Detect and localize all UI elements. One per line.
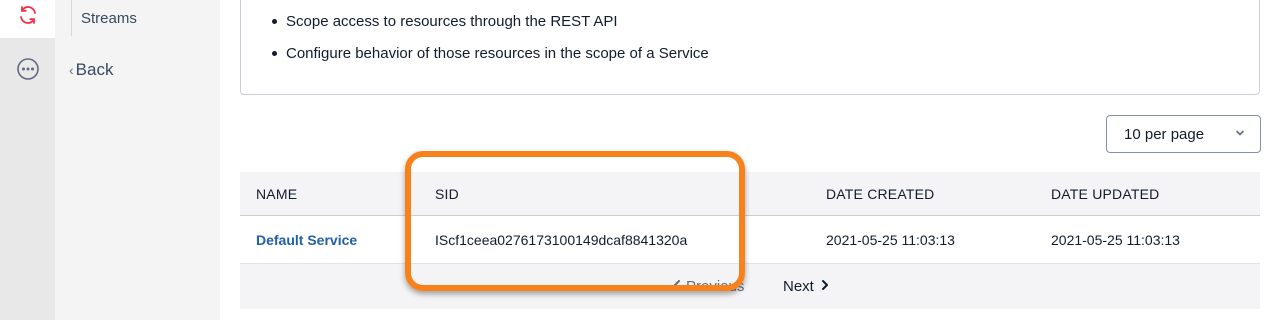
bullet-text: Scope access to resources through the RE… (286, 13, 618, 30)
column-header-name[interactable]: NAME (256, 186, 297, 202)
bullet-dot (272, 19, 277, 24)
chevron-left-icon: ‹ (69, 62, 74, 78)
column-header-date-created[interactable]: DATE CREATED (826, 186, 934, 202)
chevron-left-icon (672, 278, 682, 295)
bullet-text: Configure behavior of those resources in… (286, 45, 709, 62)
description-bullet: Configure behavior of those resources in… (272, 45, 709, 62)
description-bullet: Scope access to resources through the RE… (272, 13, 618, 30)
sync-icon[interactable] (16, 3, 40, 27)
column-header-sid[interactable]: SID (435, 186, 459, 202)
chevron-right-icon (820, 278, 830, 295)
back-label: Back (75, 60, 114, 79)
previous-page-button[interactable]: Previous (672, 278, 744, 295)
chevron-down-icon (1234, 126, 1246, 143)
back-link[interactable]: ‹ Back (69, 60, 113, 80)
date-updated: 2021-05-25 11:03:13 (1051, 232, 1180, 248)
icon-rail (0, 0, 55, 320)
nav-item-streams[interactable]: Streams (71, 0, 220, 36)
pagination-bar (240, 264, 1260, 309)
next-page-button[interactable]: Next (783, 278, 830, 295)
secondary-nav (55, 0, 220, 320)
service-sid: IScf1ceea0276173100149dcaf8841320a (435, 232, 688, 248)
per-page-value: 10 per page (1124, 125, 1205, 143)
service-name-link[interactable]: Default Service (256, 232, 357, 248)
column-header-date-updated[interactable]: DATE UPDATED (1051, 186, 1159, 202)
previous-label: Previous (686, 278, 745, 295)
bullet-dot (272, 51, 277, 56)
date-created: 2021-05-25 11:03:13 (826, 232, 955, 248)
nav-item-label: Streams (81, 10, 137, 27)
per-page-select[interactable]: 10 per page (1106, 115, 1261, 153)
more-horizontal-icon[interactable] (16, 57, 40, 81)
next-label: Next (783, 278, 814, 295)
